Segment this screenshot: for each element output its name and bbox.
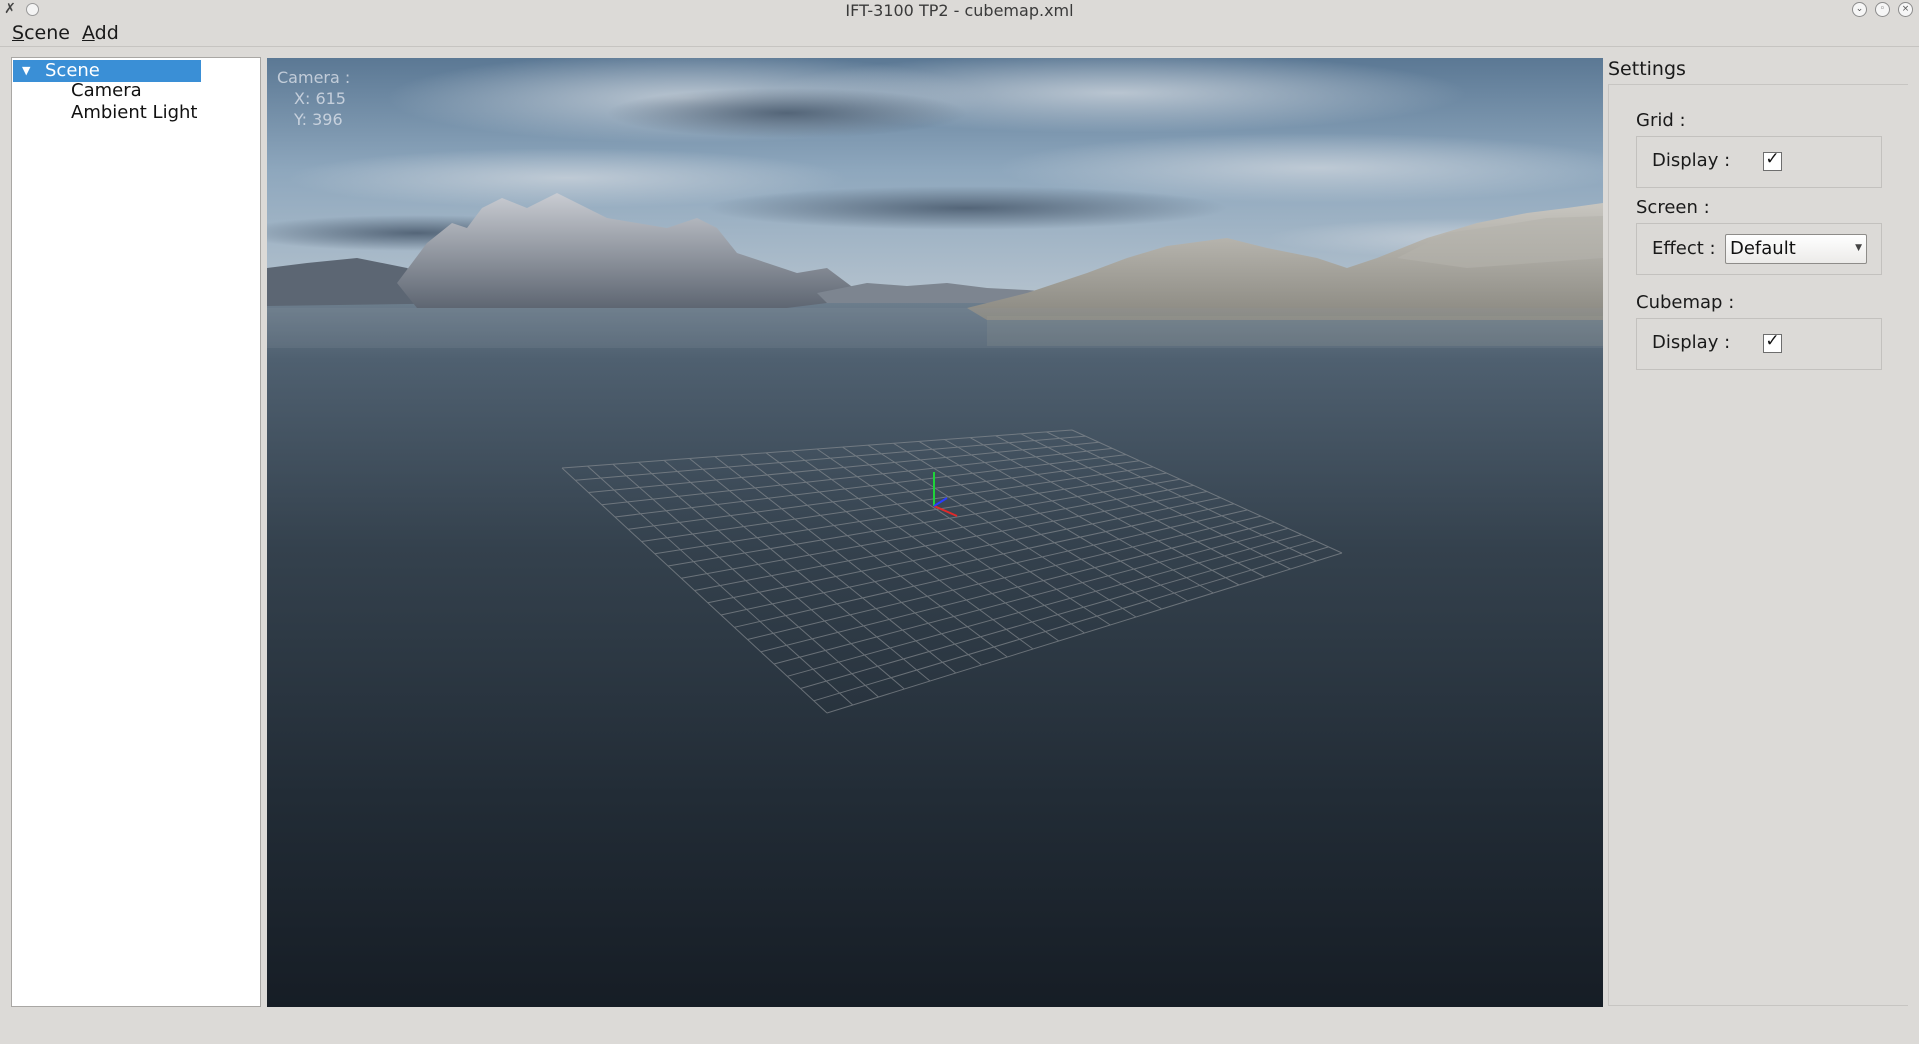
camera-x: X: 615 xyxy=(294,89,346,108)
checkmark-icon: ✓ xyxy=(1765,331,1780,351)
window-title: IFT-3100 TP2 - cubemap.xml xyxy=(845,1,1074,20)
effect-label: Effect : xyxy=(1652,238,1716,259)
title-bar: ✗ IFT-3100 TP2 - cubemap.xml ⌄ ◦ × xyxy=(0,0,1919,20)
tree-item-ambient-light[interactable]: Ambient Light xyxy=(71,102,197,124)
camera-info: Camera : X: 615 Y: 396 xyxy=(277,67,350,130)
screen-group-label: Screen : xyxy=(1636,197,1710,218)
tree-item-camera[interactable]: Camera xyxy=(71,80,142,102)
effect-select-value: Default xyxy=(1730,238,1796,259)
scene-tree[interactable]: ▼ Scene Camera Ambient Light xyxy=(11,57,261,1007)
scene-render xyxy=(267,58,1603,1007)
close-icon[interactable]: × xyxy=(1898,2,1913,17)
cubemap-display-label: Display : xyxy=(1652,332,1731,353)
menu-add[interactable]: Add xyxy=(82,22,119,44)
menu-bar: Scene Add xyxy=(0,20,1919,47)
screen-group: Effect : Default ▼ xyxy=(1636,223,1882,275)
maximize-icon[interactable]: ◦ xyxy=(1875,2,1890,17)
expand-arrow-icon[interactable]: ▼ xyxy=(22,60,30,82)
camera-y: Y: 396 xyxy=(294,110,343,129)
cubemap-group-label: Cubemap : xyxy=(1636,292,1735,313)
dropdown-arrow-icon: ▼ xyxy=(1855,243,1862,253)
tree-item-label: Scene xyxy=(45,60,100,81)
menu-scene[interactable]: Scene xyxy=(12,22,70,44)
status-bar xyxy=(0,1012,1919,1044)
camera-label: Camera : xyxy=(277,68,351,87)
settings-title: Settings xyxy=(1608,58,1686,80)
checkmark-icon: ✓ xyxy=(1765,149,1780,169)
grid-display-label: Display : xyxy=(1652,150,1731,171)
render-viewport[interactable]: Camera : X: 615 Y: 396 xyxy=(267,58,1603,1007)
effect-select[interactable]: Default ▼ xyxy=(1725,234,1867,264)
grid-group-label: Grid : xyxy=(1636,110,1686,131)
minimize-icon[interactable]: ⌄ xyxy=(1852,2,1867,17)
grid-group: Display : ✓ xyxy=(1636,136,1882,188)
cubemap-group: Display : ✓ xyxy=(1636,318,1882,370)
grid-display-checkbox[interactable]: ✓ xyxy=(1763,149,1782,171)
tree-item-scene[interactable]: ▼ Scene xyxy=(13,60,201,82)
cubemap-display-checkbox[interactable]: ✓ xyxy=(1763,331,1782,353)
